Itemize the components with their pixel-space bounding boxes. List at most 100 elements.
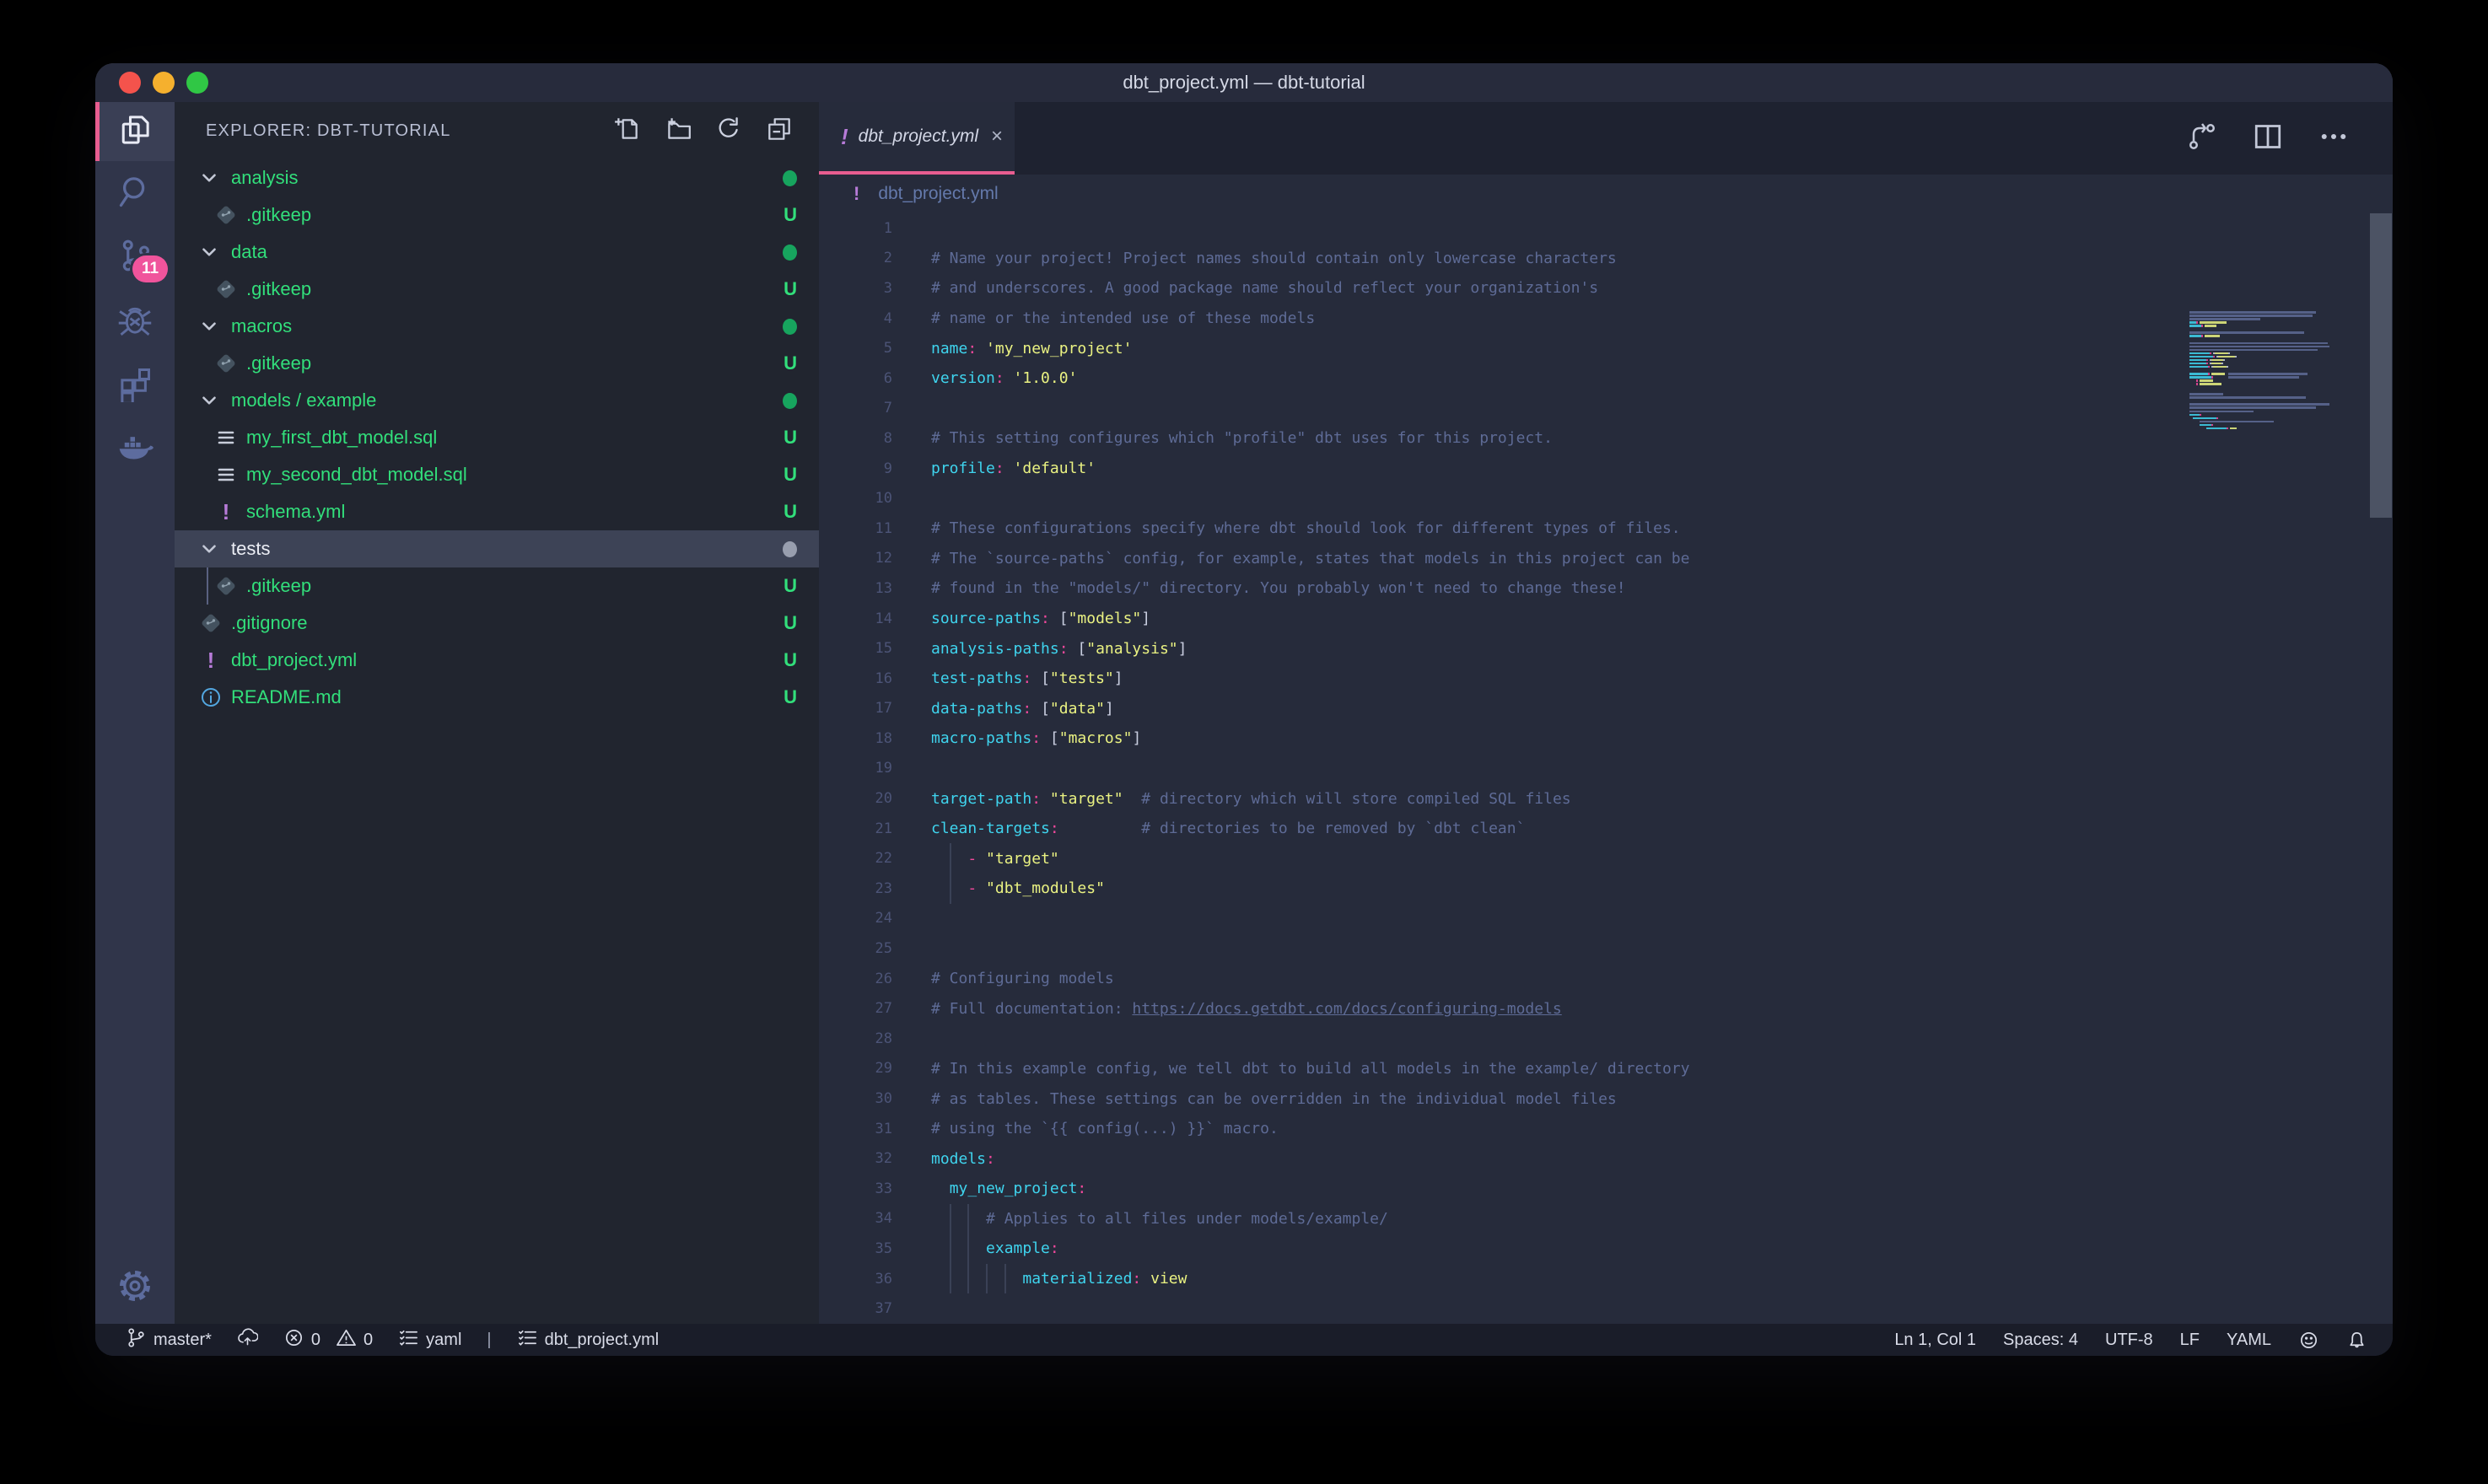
code-line[interactable]: 30# as tables. These settings can be ove… <box>819 1083 2393 1114</box>
language-mode[interactable]: YAML <box>2227 1331 2271 1350</box>
tree-file--gitkeep[interactable]: .gitkeepU <box>175 196 819 234</box>
cursor-position[interactable]: Ln 1, Col 1 <box>1894 1331 1976 1350</box>
code-line[interactable]: 18macro-paths: ["macros"] <box>819 723 2393 754</box>
settings-button[interactable] <box>95 1251 175 1324</box>
zoom-window-button[interactable] <box>186 72 208 94</box>
yaml-file-icon: ! <box>854 183 859 205</box>
code-line[interactable]: 13# found in the "models/" directory. Yo… <box>819 573 2393 604</box>
indentation[interactable]: Spaces: 4 <box>2003 1331 2078 1350</box>
refresh-icon[interactable] <box>714 115 743 148</box>
code-line[interactable]: 37 <box>819 1293 2393 1324</box>
code-line[interactable]: 12# The `source-paths` config, for examp… <box>819 544 2393 574</box>
open-changes-icon[interactable] <box>2185 120 2219 158</box>
minimap-line <box>2184 356 2349 358</box>
git-changes-dot-badge <box>783 319 797 335</box>
code-line[interactable]: 19 <box>819 754 2393 784</box>
tree-file-my-second-dbt-model-sql[interactable]: my_second_dbt_model.sqlU <box>175 456 819 493</box>
tree-file--gitkeep[interactable]: .gitkeepU <box>175 271 819 308</box>
tree-folder-models-example[interactable]: models / example <box>175 382 819 419</box>
code-line[interactable]: 5name: 'my_new_project' <box>819 333 2393 363</box>
code-line[interactable]: 20target-path: "target" # directory whic… <box>819 783 2393 814</box>
code-line[interactable]: 34 # Applies to all files under models/e… <box>819 1204 2393 1234</box>
more-actions-icon[interactable] <box>2317 120 2351 158</box>
titlebar: dbt_project.yml — dbt-tutorial <box>95 63 2393 102</box>
code-editor[interactable]: 12# Name your project! Project names sho… <box>819 213 2393 1324</box>
tree-folder-data[interactable]: data <box>175 234 819 271</box>
tree-folder-macros[interactable]: macros <box>175 308 819 345</box>
code-line[interactable]: 35 example: <box>819 1234 2393 1264</box>
problems-status[interactable]: 0 0 <box>283 1327 373 1353</box>
close-tab-icon[interactable]: × <box>991 126 1003 147</box>
code-line[interactable]: 16test-paths: ["tests"] <box>819 664 2393 694</box>
code-line[interactable]: 29# In this example config, we tell dbt … <box>819 1054 2393 1084</box>
tree-folder-analysis[interactable]: analysis <box>175 159 819 196</box>
eol-sequence[interactable]: LF <box>2180 1331 2200 1350</box>
code-line[interactable]: 22 - "target" <box>819 843 2393 874</box>
new-file-icon[interactable] <box>613 115 642 148</box>
encoding[interactable]: UTF-8 <box>2105 1331 2153 1350</box>
code-line[interactable]: 15analysis-paths: ["analysis"] <box>819 633 2393 664</box>
tab-dbt-project-yml[interactable]: ! dbt_project.yml × <box>819 102 1015 175</box>
activity-extensions[interactable] <box>95 353 175 417</box>
code-line[interactable]: 9profile: 'default' <box>819 454 2393 484</box>
task-status-yaml[interactable]: yaml <box>398 1327 461 1353</box>
code-line[interactable]: 32models: <box>819 1143 2393 1174</box>
code-line[interactable]: 31# using the `{{ config(...) }}` macro. <box>819 1114 2393 1144</box>
line-number: 18 <box>819 730 892 747</box>
code-line[interactable]: 10 <box>819 483 2393 513</box>
activity-docker[interactable] <box>95 417 175 481</box>
code-line[interactable]: 17data-paths: ["data"] <box>819 694 2393 724</box>
tree-file--gitkeep[interactable]: .gitkeepU <box>175 345 819 382</box>
tree-file--gitkeep[interactable]: .gitkeepU <box>175 567 819 605</box>
task-status-file[interactable]: dbt_project.yml <box>517 1327 660 1353</box>
split-editor-icon[interactable] <box>2251 120 2285 158</box>
code-line[interactable]: 28 <box>819 1024 2393 1054</box>
yaml-file-icon: ! <box>200 649 222 671</box>
minimap[interactable] <box>2184 308 2349 578</box>
activity-source-control[interactable]: 11 <box>95 225 175 289</box>
breadcrumb[interactable]: ! dbt_project.yml <box>819 175 2393 213</box>
minimap-line <box>2184 393 2349 395</box>
line-number: 21 <box>819 820 892 837</box>
tree-file--gitignore[interactable]: .gitignoreU <box>175 605 819 642</box>
code-line[interactable]: 33 my_new_project: <box>819 1174 2393 1204</box>
tree-file-my-first-dbt-model-sql[interactable]: my_first_dbt_model.sqlU <box>175 419 819 456</box>
code-line[interactable]: 2# Name your project! Project names shou… <box>819 244 2393 274</box>
feedback-smiley-icon[interactable] <box>2298 1330 2319 1351</box>
code-line[interactable]: 1 <box>819 213 2393 244</box>
code-line[interactable]: 25 <box>819 933 2393 964</box>
git-branch-status[interactable]: master* <box>126 1327 212 1353</box>
tree-file-readme-md[interactable]: README.mdU <box>175 679 819 716</box>
collapse-all-icon[interactable] <box>765 115 794 148</box>
tree-folder-tests[interactable]: tests <box>175 530 819 567</box>
new-folder-icon[interactable] <box>664 115 692 148</box>
activity-debug[interactable] <box>95 289 175 353</box>
code-line[interactable]: 8# This setting configures which "profil… <box>819 423 2393 454</box>
code-line[interactable]: 7 <box>819 394 2393 424</box>
code-line[interactable]: 27# Full documentation: https://docs.get… <box>819 993 2393 1024</box>
code-line[interactable]: 23 - "dbt_modules" <box>819 874 2393 904</box>
code-line[interactable]: 36 materialized: view <box>819 1264 2393 1294</box>
activity-search[interactable] <box>95 161 175 225</box>
sync-status[interactable] <box>237 1327 258 1353</box>
close-window-button[interactable] <box>119 72 141 94</box>
code-line[interactable]: 6version: '1.0.0' <box>819 363 2393 394</box>
activity-explorer[interactable] <box>95 102 175 161</box>
code-line[interactable]: 3# and underscores. A good package name … <box>819 273 2393 304</box>
editor-scrollbar[interactable] <box>2370 213 2392 518</box>
notifications-bell-icon[interactable] <box>2346 1330 2367 1351</box>
code-line[interactable]: 21clean-targets: # directories to be rem… <box>819 814 2393 844</box>
code-line[interactable]: 24 <box>819 904 2393 934</box>
line-number: 6 <box>819 370 892 387</box>
tree-file-schema-yml[interactable]: !schema.ymlU <box>175 493 819 530</box>
code-line[interactable]: 4# name or the intended use of these mod… <box>819 304 2393 334</box>
minimize-window-button[interactable] <box>153 72 175 94</box>
breadcrumb-item[interactable]: dbt_project.yml <box>878 184 998 204</box>
tree-file-dbt-project-yml[interactable]: !dbt_project.ymlU <box>175 642 819 679</box>
code-line[interactable]: 26# Configuring models <box>819 964 2393 994</box>
code-line[interactable]: 14source-paths: ["models"] <box>819 604 2393 634</box>
yaml-file-icon: ! <box>841 124 848 150</box>
code-line[interactable]: 11# These configurations specify where d… <box>819 513 2393 544</box>
window-title: dbt_project.yml — dbt-tutorial <box>1123 72 1365 94</box>
line-number: 15 <box>819 640 892 657</box>
